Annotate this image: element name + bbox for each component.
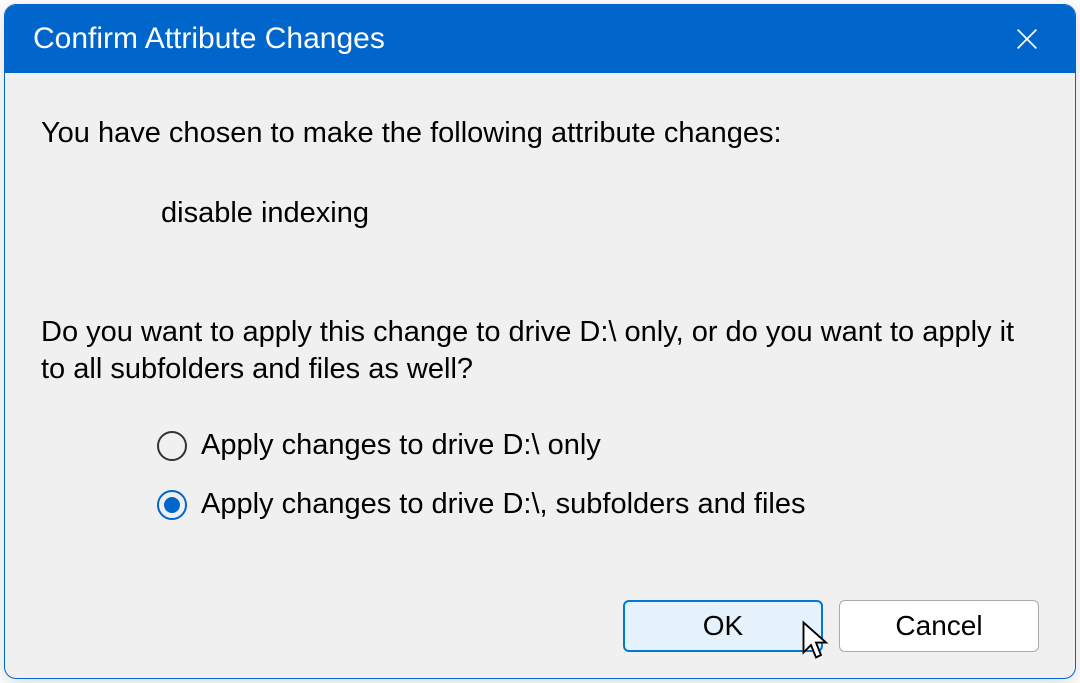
dialog-title: Confirm Attribute Changes [33,22,385,56]
cancel-button[interactable]: Cancel [839,600,1039,652]
radio-circle-icon [157,431,187,461]
radio-option-all[interactable]: Apply changes to drive D:\, subfolders a… [157,488,1039,521]
intro-text: You have chosen to make the following at… [41,115,1039,153]
radio-label-drive-only: Apply changes to drive D:\ only [201,429,601,462]
button-row: OK Cancel [623,600,1039,652]
change-item: disable indexing [161,197,1039,230]
radio-group: Apply changes to drive D:\ only Apply ch… [157,429,1039,521]
radio-circle-icon [157,490,187,520]
titlebar: Confirm Attribute Changes [5,5,1075,73]
question-text: Do you want to apply this change to driv… [41,314,1039,389]
dialog-content: You have chosen to make the following at… [5,73,1075,521]
radio-label-all: Apply changes to drive D:\, subfolders a… [201,488,806,521]
ok-button[interactable]: OK [623,600,823,652]
close-icon[interactable] [1003,15,1051,63]
confirm-attribute-changes-dialog: Confirm Attribute Changes You have chose… [4,4,1076,679]
radio-option-drive-only[interactable]: Apply changes to drive D:\ only [157,429,1039,462]
